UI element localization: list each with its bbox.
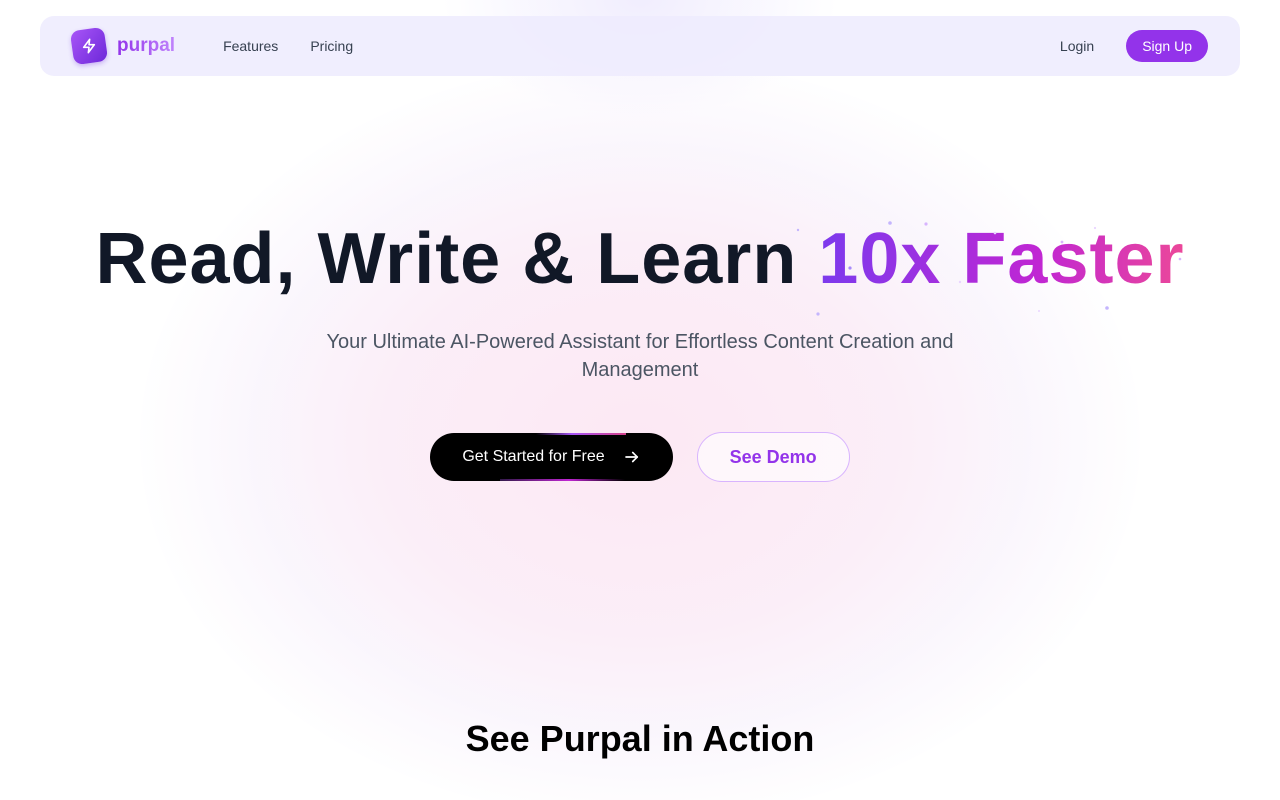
landing-page: purpal Features Pricing Login Sign Up Re… [0, 0, 1280, 800]
login-link[interactable]: Login [1060, 38, 1094, 54]
lightning-bolt-icon [69, 26, 109, 66]
brand-name: purpal [117, 35, 176, 56]
brand-logo[interactable]: purpal [69, 26, 176, 66]
hero-title: Read, Write & Learn 10x Faster [0, 218, 1280, 300]
hero-title-main: Read, Write & Learn [95, 219, 819, 299]
hero-glow-decoration [140, 60, 1140, 800]
button-beam-top [536, 433, 627, 435]
hero-title-accent: 10x Faster [818, 219, 1185, 299]
see-demo-button[interactable]: See Demo [696, 432, 850, 482]
button-beam-bottom [500, 479, 626, 481]
demo-section-title: See Purpal in Action [465, 718, 815, 759]
get-started-button[interactable]: Get Started for Free [430, 433, 673, 481]
hero-cta-row: Get Started for Free See Demo [0, 432, 1280, 482]
nav-link-features[interactable]: Features [223, 38, 278, 54]
signup-button[interactable]: Sign Up [1126, 30, 1208, 62]
get-started-label: Get Started for Free [462, 448, 605, 465]
nav-auth: Login Sign Up [1060, 30, 1208, 62]
arrow-right-icon [623, 448, 641, 466]
hero-subtitle: Your Ultimate AI-Powered Assistant for E… [326, 331, 954, 381]
nav-links: Features Pricing [223, 38, 385, 54]
top-navbar: purpal Features Pricing Login Sign Up [40, 16, 1240, 76]
nav-link-pricing[interactable]: Pricing [310, 38, 353, 54]
